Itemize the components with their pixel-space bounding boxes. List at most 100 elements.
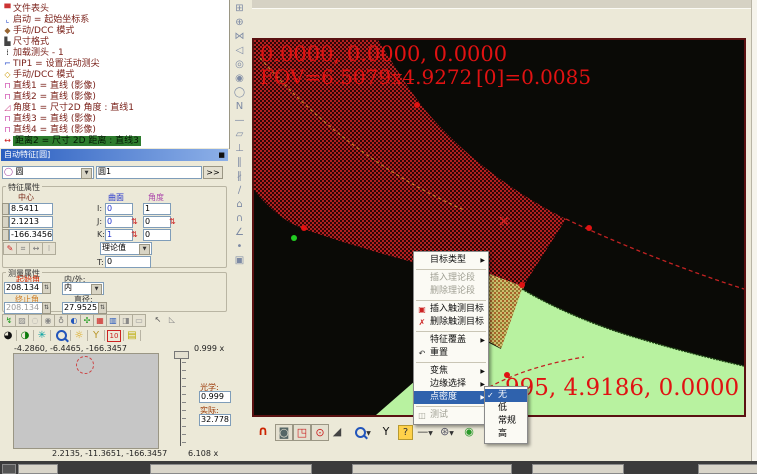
live-view-canvas[interactable]: 0.0000, 0.0000, 0.0000 FOV=6.5079x4.9272… <box>252 38 746 417</box>
chart-blue-icon[interactable]: ▥ <box>106 314 120 327</box>
hit-point[interactable] <box>301 225 307 231</box>
ten-icon[interactable]: 10 <box>107 330 121 342</box>
edit-pencil-icon[interactable]: ✎ <box>3 242 17 255</box>
submenu-item-low[interactable]: 低 <box>485 402 527 415</box>
bulb-icon[interactable]: ☼ <box>72 329 86 342</box>
probe-y-icon[interactable]: Y <box>89 329 103 342</box>
line-tool-button[interactable]: —▼ <box>416 424 434 439</box>
surface-j-field[interactable]: 0 <box>105 216 133 228</box>
line-icon[interactable]: — <box>231 114 248 128</box>
wedge-icon[interactable]: ◢ <box>330 424 344 439</box>
rect-icon[interactable]: ▭ <box>132 314 146 327</box>
tree-item[interactable]: ⁞加载测头 - 1 <box>2 47 64 58</box>
actual-field[interactable]: 32.778 <box>199 414 231 426</box>
spinner-icon[interactable]: ⇅ <box>169 216 176 227</box>
tree-item[interactable]: ⊓直线1 = 直线 (影像) <box>2 80 96 91</box>
grid-icon[interactable]: ⊞ <box>231 2 248 16</box>
triangle-icon[interactable]: ◁ <box>231 44 248 58</box>
perpendicular-icon[interactable]: ⊥ <box>231 142 248 156</box>
value-mode-select[interactable]: 理论值 ▼ <box>100 242 152 255</box>
tree-item[interactable]: ⌐TIP1 = 设置活动测尖 <box>2 58 100 69</box>
dialog-titlebar[interactable]: 自动特征[圆] ■ <box>1 149 228 161</box>
square-point-icon[interactable]: ▣ <box>231 254 248 268</box>
double-circle-icon[interactable]: ◎ <box>231 58 248 72</box>
help-icon[interactable]: ? <box>398 425 413 440</box>
globe-icon[interactable]: ♁ <box>54 314 68 327</box>
start-point[interactable] <box>291 235 297 241</box>
tree-item[interactable]: ◆手动/DCC 模式 <box>2 25 74 36</box>
angle-j-field[interactable]: 0 <box>143 216 171 228</box>
center-y-field[interactable]: 2.1213 <box>9 216 53 228</box>
hit-point[interactable] <box>519 282 525 288</box>
center-z-field[interactable]: -166.3456 <box>9 229 53 241</box>
magnet-icon[interactable]: ∩ <box>255 424 271 439</box>
angle-i-field[interactable]: 1 <box>143 203 171 215</box>
feature-type-select[interactable]: ◯ 圆 ▼ <box>2 166 94 179</box>
hatch-icon[interactable]: ▨ <box>15 314 29 327</box>
axis-toggle[interactable] <box>2 229 9 241</box>
crosshair-icon[interactable]: ⊙ <box>311 424 329 441</box>
dotted-circle-icon[interactable]: ◌ <box>28 314 42 327</box>
spin-buttons[interactable]: ⇅ <box>42 282 51 294</box>
probe-tool-icon[interactable]: Y <box>380 424 392 439</box>
tree-item[interactable]: ▀文件表头 <box>2 3 49 14</box>
spin-buttons[interactable]: ⇅ <box>42 302 51 314</box>
point-icon[interactable]: • <box>231 240 248 254</box>
end-angle-field[interactable]: 208.134 <box>4 302 44 314</box>
tree-item[interactable]: ⌞启动 = 起始坐标系 <box>2 14 89 25</box>
menu-item-test[interactable]: ◫测试 <box>414 409 488 422</box>
submenu-item-normal[interactable]: 常规 <box>485 415 527 428</box>
nonparallel-icon[interactable]: ∦ <box>231 170 248 184</box>
pin-icon[interactable]: ■ <box>218 149 225 161</box>
profile-icon[interactable]: ⌂ <box>231 198 248 212</box>
center-x-field[interactable]: 8.5411 <box>9 203 53 215</box>
width-tool-icon[interactable]: ↔ <box>29 242 43 255</box>
submenu-item-high[interactable]: 高 <box>485 428 527 441</box>
menu-item-delete-theo-segment[interactable]: 删除理论段 <box>414 285 488 298</box>
pie-icon[interactable]: ◕ <box>1 329 15 342</box>
tree-item[interactable]: ⊓直线4 = 直线 (影像) <box>2 124 96 135</box>
spinner-icon[interactable]: ⇅ <box>131 216 138 227</box>
menu-item-edge-select[interactable]: 边缘选择▶ <box>414 378 488 391</box>
spinner-icon[interactable]: ⇅ <box>131 229 138 240</box>
select-region-icon[interactable]: ◳ <box>293 424 311 441</box>
lens-icon[interactable]: ◉ <box>462 424 476 439</box>
expand-button[interactable]: >> <box>203 166 223 179</box>
tree-item[interactable]: ◿角度1 = 尺寸2D 角度 : 直线1 <box>2 102 134 113</box>
submenu-item-none[interactable]: ✓无 <box>485 389 527 402</box>
split-icon[interactable]: ◨ <box>119 314 133 327</box>
target-icon[interactable]: ◉ <box>41 314 55 327</box>
axis-toggle[interactable] <box>2 203 9 215</box>
spin-buttons[interactable]: ⇅ <box>98 302 107 314</box>
tree-item[interactable]: ⊓直线3 = 直线 (影像) <box>2 113 96 124</box>
distance-icon[interactable]: ⋈ <box>231 30 248 44</box>
surface-i-field[interactable]: 0 <box>105 203 133 215</box>
slash-icon[interactable]: ∕ <box>231 184 248 198</box>
circle-cross-icon[interactable]: ⊕ <box>231 16 248 30</box>
chevron-down-icon[interactable]: ▼ <box>81 168 92 179</box>
tree-item[interactable]: ⊓直线2 = 直线 (影像) <box>2 91 96 102</box>
t-field[interactable]: 0 <box>105 256 151 268</box>
angle-k-field[interactable]: 0 <box>143 229 171 241</box>
asterisk-icon[interactable]: ✳ <box>35 329 49 342</box>
diameter-field[interactable]: 27.9525 <box>62 302 100 314</box>
grid-tool-icon[interactable]: ⌗ <box>16 242 30 255</box>
parallelogram-icon[interactable]: ▱ <box>231 128 248 142</box>
target-circle-icon[interactable]: ◉ <box>231 72 248 86</box>
menu-item-zoom[interactable]: 变焦▶ <box>414 365 488 378</box>
magnifier-icon[interactable] <box>54 329 68 342</box>
menu-item-reset[interactable]: ↶重置 <box>414 347 488 360</box>
hit-point[interactable] <box>586 225 592 231</box>
feature-name-input[interactable]: 圆1 <box>96 166 202 179</box>
menu-item-feature-override[interactable]: 特征覆盖▶ <box>414 334 488 347</box>
menu-item-insert-theo-segment[interactable]: 插入理论段 <box>414 272 488 285</box>
tree-item-selected[interactable]: ↔距离2 = 尺寸 2D 距离 : 直线3 <box>2 135 141 146</box>
half-circle-icon[interactable]: ◐ <box>67 314 81 327</box>
tree-item[interactable]: ◇手动/DCC 模式 <box>2 69 74 80</box>
angle-icon[interactable]: ∠ <box>231 226 248 240</box>
zoom-slider-handle[interactable] <box>174 351 189 359</box>
ellipse-icon[interactable]: ◯ <box>231 86 248 100</box>
execute-icon[interactable]: ↯ <box>2 314 16 327</box>
gear-icon[interactable]: ✣ <box>80 314 94 327</box>
dots-tool-icon[interactable]: ⁝ <box>42 242 56 255</box>
